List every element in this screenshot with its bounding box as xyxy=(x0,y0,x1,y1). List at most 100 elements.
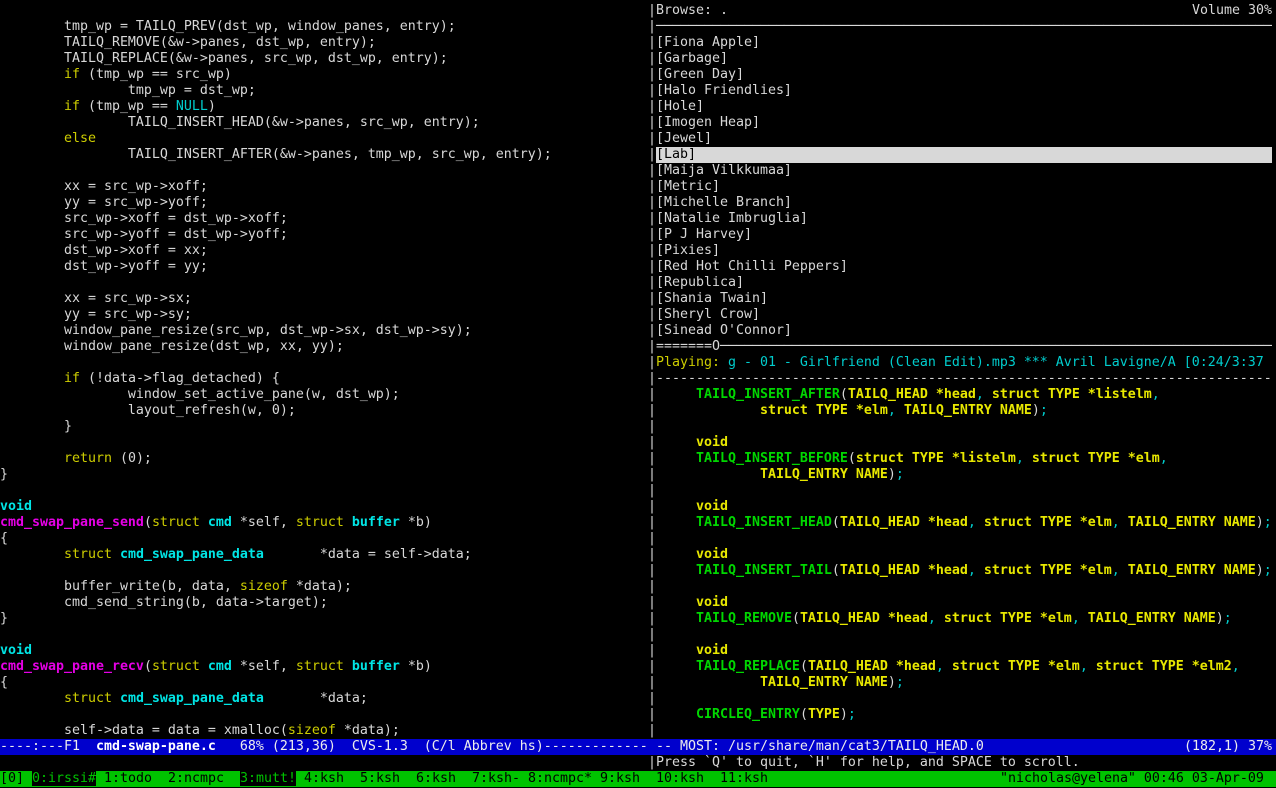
man-synopsis-line-text: , xyxy=(976,387,984,402)
artist-list-item[interactable]: [Sheryl Crow] xyxy=(656,307,760,323)
man-synopsis-line-text: ; xyxy=(1224,611,1232,626)
artist-list-item-selected-text[interactable]: [Lab] xyxy=(656,147,696,162)
artist-list-item-text[interactable]: [Jewel] xyxy=(656,131,712,146)
tmux-window-10-text[interactable]: 10:ksh xyxy=(656,771,704,786)
artist-list-item-text[interactable]: [Green Day] xyxy=(656,67,744,82)
artist-list-item[interactable]: [Imogen Heap] xyxy=(656,115,760,131)
artist-list-item[interactable]: [Green Day] xyxy=(656,67,744,83)
code-line: xx = src_wp->sx; xyxy=(0,291,192,307)
artist-list-item-text[interactable]: [Michelle Branch] xyxy=(656,195,792,210)
seek-progress-bar[interactable]: =======O────────────────────────────────… xyxy=(656,339,1272,355)
tmux-window-9[interactable]: 9:ksh xyxy=(600,771,640,787)
tmux-window-11[interactable]: 11:ksh xyxy=(720,771,768,787)
tmux-window-1-text[interactable]: 1:todo xyxy=(104,771,152,786)
most-help-message: Press `Q' to quit, `H' for help, and SPA… xyxy=(656,755,1080,771)
code-line-text: layout_refresh(w, 0); xyxy=(0,403,296,418)
code-line-text: struct xyxy=(152,515,200,530)
man-synopsis-line-text: TAILQ_ENTRY NAME xyxy=(1080,611,1216,626)
artist-list-item[interactable]: [Jewel] xyxy=(656,131,712,147)
seek-progress-bar-text[interactable]: =======O────────────────────────────────… xyxy=(656,339,1272,354)
man-synopsis-line: void xyxy=(656,499,728,515)
code-line-text: cmd_swap_pane_data xyxy=(120,691,264,706)
tmux-window-7[interactable]: 7:ksh- xyxy=(472,771,520,787)
artist-list-item-text[interactable]: [Sheryl Crow] xyxy=(656,307,760,322)
man-synopsis-line-text: TAILQ_ENTRY NAME xyxy=(656,467,888,482)
artist-list-item[interactable]: [Red Hot Chilli Peppers] xyxy=(656,259,848,275)
code-line: } xyxy=(0,419,72,435)
artist-list-item-text[interactable]: [Sinead O'Connor] xyxy=(656,323,792,338)
tmux-window-8-current[interactable]: 8:ncmpc* xyxy=(528,771,592,787)
artist-list-item-text[interactable]: [P J Harvey] xyxy=(656,227,752,242)
artist-list-item-text[interactable]: [Maija Vilkkumaa] xyxy=(656,163,792,178)
tmux-window-8-current-text[interactable]: 8:ncmpc* xyxy=(528,771,592,786)
artist-list-item[interactable]: [Metric] xyxy=(656,179,720,195)
man-synopsis-line-text: struct TYPE *elm xyxy=(944,659,1080,674)
tmux-window-2-text[interactable]: 2:ncmpc xyxy=(168,771,224,786)
man-synopsis-line: TAILQ_REPLACE(TAILQ_HEAD *head, struct T… xyxy=(656,659,1240,675)
tmux-window-6[interactable]: 6:ksh xyxy=(416,771,456,787)
tmux-window-5[interactable]: 5:ksh xyxy=(360,771,400,787)
code-line: { xyxy=(0,531,8,547)
code-line: } xyxy=(0,611,8,627)
artist-list-item-text[interactable]: [Pixies] xyxy=(656,243,720,258)
code-line-text: self->data = data = xmalloc( xyxy=(0,723,288,738)
artist-list-item[interactable]: [Garbage] xyxy=(656,51,728,67)
tmux-window-6-text[interactable]: 6:ksh xyxy=(416,771,456,786)
artist-list-item[interactable]: [Sinead O'Connor] xyxy=(656,323,792,339)
artist-list-item-text[interactable]: [Hole] xyxy=(656,99,704,114)
code-line-text: ( xyxy=(144,659,152,674)
artist-list-item-text[interactable]: [Republica] xyxy=(656,275,744,290)
code-line-text: else xyxy=(64,131,96,146)
artist-list-item-text[interactable]: [Shania Twain] xyxy=(656,291,768,306)
tmux-window-7-text[interactable]: 7:ksh- xyxy=(472,771,520,786)
artist-list-item[interactable]: [Halo Friendlies] xyxy=(656,83,792,99)
tmux-window-1[interactable]: 1:todo xyxy=(104,771,152,787)
man-synopsis-line-text: , xyxy=(968,563,976,578)
artist-list-item-text[interactable]: [Metric] xyxy=(656,179,720,194)
tmux-window-5-text[interactable]: 5:ksh xyxy=(360,771,400,786)
tmux-window-0-text[interactable]: 0:irssi# xyxy=(32,771,96,786)
tmux-window-2[interactable]: 2:ncmpc xyxy=(168,771,224,787)
tmux-window-9-text[interactable]: 9:ksh xyxy=(600,771,640,786)
code-line: src_wp->xoff = dst_wp->xoff; xyxy=(0,211,288,227)
code-line: if (!data->flag_detached) { xyxy=(0,371,280,387)
artist-list-item[interactable]: [Pixies] xyxy=(656,243,720,259)
code-line: } xyxy=(0,467,8,483)
artist-list-item-text[interactable]: [Halo Friendlies] xyxy=(656,83,792,98)
emacs-modeline-text: 68% (213,36) CVS-1.3 (C/l Abbrev hs)----… xyxy=(216,739,648,754)
tmux-window-0[interactable]: 0:irssi# xyxy=(32,771,96,787)
artist-list-item-text[interactable]: [Natalie Imbruglia] xyxy=(656,211,808,226)
artist-list-item[interactable]: [P J Harvey] xyxy=(656,227,752,243)
artist-list-item-text[interactable]: [Imogen Heap] xyxy=(656,115,760,130)
tmux-window-10[interactable]: 10:ksh xyxy=(656,771,704,787)
man-synopsis-line-text: ( xyxy=(832,563,840,578)
tmux-window-4[interactable]: 4:ksh xyxy=(304,771,344,787)
man-synopsis-line-text: , xyxy=(1160,451,1168,466)
code-line: struct cmd_swap_pane_data *data = self->… xyxy=(0,547,472,563)
volume-indicator: Volume 30% xyxy=(1192,3,1272,19)
man-synopsis-line-text: void xyxy=(656,435,728,450)
man-synopsis-line-text: TAILQ_ENTRY NAME xyxy=(656,675,888,690)
artist-list-item[interactable]: [Shania Twain] xyxy=(656,291,768,307)
code-line-text: { xyxy=(0,531,8,546)
tmux-window-4-text[interactable]: 4:ksh xyxy=(304,771,344,786)
artist-list-item[interactable]: [Natalie Imbruglia] xyxy=(656,211,808,227)
code-line-text: dst_wp->yoff = yy; xyxy=(0,259,208,274)
artist-list-item-text[interactable]: [Fiona Apple] xyxy=(656,35,760,50)
artist-list-item[interactable]: [Republica] xyxy=(656,275,744,291)
artist-list-item[interactable]: [Hole] xyxy=(656,99,704,115)
man-synopsis-line: TAILQ_INSERT_AFTER(TAILQ_HEAD *head, str… xyxy=(656,387,1160,403)
man-synopsis-line-text: TAILQ_REMOVE xyxy=(696,611,792,626)
artist-list-item[interactable]: [Michelle Branch] xyxy=(656,195,792,211)
artist-list-item[interactable]: [Fiona Apple] xyxy=(656,35,760,51)
man-synopsis-line-text: ) xyxy=(888,467,896,482)
artist-list-item-text[interactable]: [Garbage] xyxy=(656,51,728,66)
artist-list-item-selected[interactable]: [Lab] xyxy=(656,147,1272,163)
artist-list-item[interactable]: [Maija Vilkkumaa] xyxy=(656,163,792,179)
tmux-window-3[interactable]: 3:mutt! xyxy=(240,771,296,787)
tmux-window-3-text[interactable]: 3:mutt! xyxy=(240,771,296,786)
tmux-window-11-text[interactable]: 11:ksh xyxy=(720,771,768,786)
artist-list-item-text[interactable]: [Red Hot Chilli Peppers] xyxy=(656,259,848,274)
man-synopsis-line-text: , xyxy=(1016,451,1024,466)
man-synopsis-line-text: TAILQ_ENTRY NAME xyxy=(1120,563,1256,578)
